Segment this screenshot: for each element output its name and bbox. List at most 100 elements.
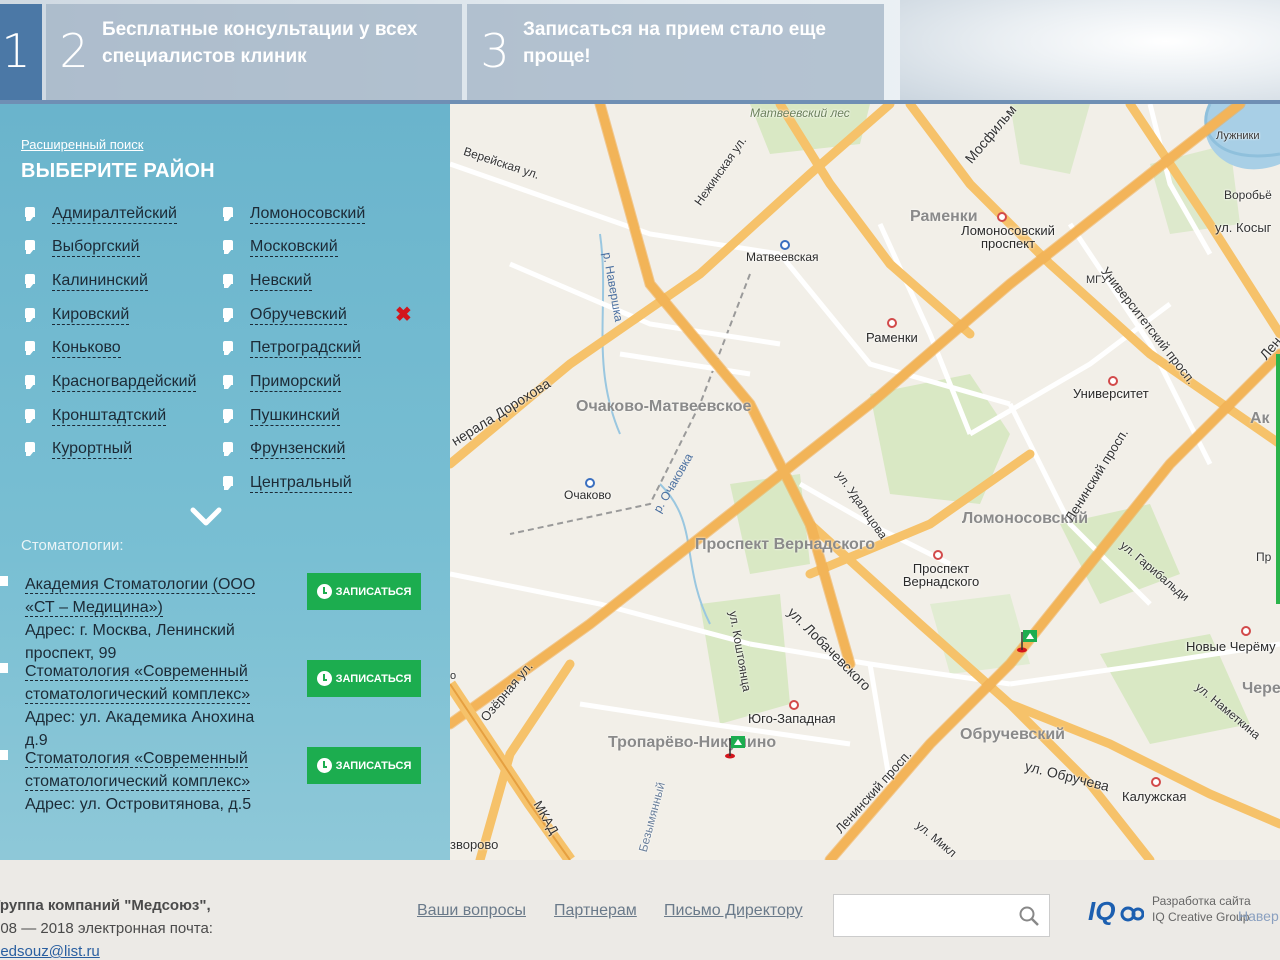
district-item[interactable]: Приморский (223, 371, 342, 393)
station-label: Матвеевская (746, 250, 819, 264)
district-label: Московский (250, 237, 338, 257)
tooth-icon (0, 663, 8, 677)
signup-button[interactable]: ЗАПИСАТЬСЯ (307, 573, 421, 610)
district-label: Кронштадтский (52, 406, 167, 426)
clinic-info: Стоматология «Современный стоматологичес… (25, 747, 275, 816)
tooth-icon (25, 274, 35, 288)
chevron-down-icon[interactable] (190, 504, 222, 528)
partners-link[interactable]: Партнерам (554, 902, 637, 920)
slide-tab-2[interactable]: 2 Бесплатные консультации у всех специал… (46, 4, 462, 100)
tooth-icon (223, 375, 233, 389)
metro-station-icon (789, 700, 799, 710)
signup-button[interactable]: ЗАПИСАТЬСЯ (307, 747, 421, 784)
page: 1 2 Бесплатные консультации у всех специ… (0, 0, 1280, 960)
clinic-map-marker-icon[interactable] (1016, 626, 1040, 654)
station-label: Ломоносовский проспект (961, 223, 1055, 251)
district-label: Центральный (250, 473, 352, 493)
slide-text: Записаться на прием стало еще проще! (523, 19, 826, 67)
district-item[interactable]: Ломоносовский (223, 203, 366, 225)
clinic-info: Стоматология «Современный стоматологичес… (25, 660, 275, 752)
slide-text: Бесплатные консультации у всех специалис… (102, 19, 418, 67)
clinic-name-link[interactable]: Стоматология «Современный стоматологичес… (25, 750, 251, 791)
signup-button[interactable]: ЗАПИСАТЬСЯ (307, 660, 421, 697)
district-label: Красногвардейский (52, 372, 197, 392)
developer-credit: Разработка сайта IQ Creative Group (1152, 893, 1251, 925)
clinic-address: Адрес: ул. Академика Анохина д.9 (25, 709, 255, 749)
district-label: Невский (250, 271, 312, 291)
metro-station-icon (1151, 777, 1161, 787)
tooth-icon (223, 409, 233, 423)
station-label: Очаково (564, 488, 612, 502)
clinic-name-link[interactable]: Стоматология «Современный стоматологичес… (25, 663, 251, 704)
tooth-icon (25, 308, 35, 322)
map-label: Ак (1250, 410, 1270, 427)
map-district-label: Обручевский (960, 726, 1065, 743)
developer-name: IQ Creative Group (1152, 910, 1250, 924)
copyright-years: 008 — 2018 электронная почта: (0, 920, 213, 937)
district-label: Обручевский (250, 305, 347, 325)
slide-number: 3 (480, 24, 510, 78)
search-input[interactable] (834, 895, 1014, 936)
metro-station-icon (585, 478, 595, 488)
scroll-up-label[interactable]: Навер (1238, 908, 1279, 924)
copyright: Группа компаний "Медсоюз", 008 — 2018 эл… (0, 894, 213, 960)
district-item-selected[interactable]: Обручевский (223, 304, 347, 326)
clinic-map-marker-icon[interactable] (724, 732, 748, 760)
metro-station-icon (1241, 626, 1251, 636)
iq-creative-logo-icon[interactable]: IQ (1088, 894, 1144, 928)
questions-link[interactable]: Ваши вопросы (417, 902, 526, 920)
district-label: Выборгский (52, 237, 140, 257)
district-label: Приморский (250, 372, 342, 392)
search-icon[interactable] (1018, 905, 1040, 927)
district-label: Ломоносовский (250, 204, 366, 224)
street-label: ул. Косыг (1215, 220, 1272, 235)
tooth-icon (25, 341, 35, 355)
district-item[interactable]: Коньково (25, 337, 121, 359)
tooth-icon (223, 240, 233, 254)
director-letter-link[interactable]: Письмо Директору (664, 902, 803, 920)
email-link[interactable]: nedsouz@list.ru (0, 943, 100, 960)
district-label: Пушкинский (250, 406, 340, 426)
tooth-icon (25, 240, 35, 254)
promo-banner: 1 2 Бесплатные консультации у всех специ… (0, 0, 1280, 104)
close-icon[interactable]: ✖ (395, 302, 412, 327)
advanced-search-link[interactable]: Расширенный поиск (21, 137, 143, 152)
district-item[interactable]: Кировский (25, 304, 130, 326)
tooth-icon (25, 207, 35, 221)
district-item[interactable]: Петроградский (223, 337, 361, 359)
slide-tab-1[interactable]: 1 (0, 4, 42, 100)
district-item[interactable]: Московский (223, 236, 338, 258)
district-item[interactable]: Невский (223, 270, 312, 292)
metro-station-icon (887, 318, 897, 328)
tooth-icon (25, 442, 35, 456)
district-item[interactable]: Красногвардейский (25, 371, 197, 393)
clock-icon (316, 584, 332, 599)
panel-title: ВЫБЕРИТЕ РАЙОН (21, 160, 215, 182)
district-item[interactable]: Пушкинский (223, 405, 340, 427)
district-label: Курортный (52, 439, 133, 459)
map-district-label: Проспект Вернадского (695, 536, 876, 553)
district-item[interactable]: Фрунзенский (223, 438, 346, 460)
clinic-info: Академия Стоматологии (ООО «СТ – Медицин… (25, 573, 275, 665)
district-item[interactable]: Курортный (25, 438, 133, 460)
district-item[interactable]: Центральный (223, 472, 352, 494)
district-panel: Расширенный поиск ВЫБЕРИТЕ РАЙОН Адмирал… (0, 104, 450, 860)
district-item[interactable]: Адмиралтейский (25, 203, 177, 225)
map-label: Матвеевский лес (750, 106, 850, 120)
district-item[interactable]: Кронштадтский (25, 405, 167, 427)
map-canvas (450, 104, 1280, 860)
slide-number: 1 (1, 24, 31, 78)
tooth-icon (25, 375, 35, 389)
clinic-address: Адрес: ул. Островитянова, д.5 (25, 796, 252, 813)
slide-tab-3[interactable]: 3 Записаться на прием стало еще проще! (467, 4, 884, 100)
district-item[interactable]: Выборгский (25, 236, 140, 258)
clock-icon (316, 758, 332, 773)
tooth-icon (0, 576, 8, 590)
district-label: Фрунзенский (250, 439, 346, 459)
slide-number: 2 (59, 24, 89, 78)
district-item[interactable]: Калининский (25, 270, 148, 292)
station-label: Новые Черёму (1186, 639, 1276, 654)
metro-station-icon (1108, 376, 1118, 386)
map-view[interactable]: Матвеевский лес Лужники Воробьё МГУ Ак П… (450, 104, 1280, 860)
clinic-name-link[interactable]: Академия Стоматологии (ООО «СТ – Медицин… (25, 576, 256, 617)
